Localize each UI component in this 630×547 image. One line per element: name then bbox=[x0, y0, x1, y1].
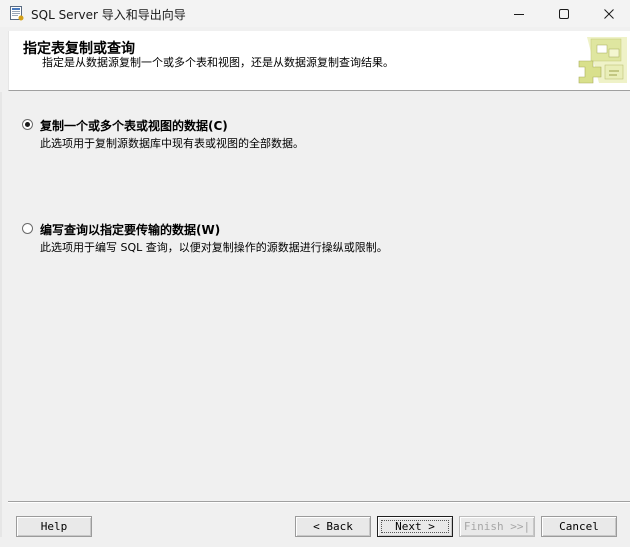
next-button[interactable]: Next > bbox=[377, 516, 453, 537]
close-icon bbox=[603, 8, 614, 19]
close-button[interactable] bbox=[586, 0, 630, 27]
option-write-query-label[interactable]: 编写查询以指定要传输的数据(W) bbox=[40, 221, 220, 238]
back-button-label: < Back bbox=[313, 520, 353, 533]
left-edge bbox=[0, 92, 2, 537]
option-copy-tables-label[interactable]: 复制一个或多个表或视图的数据(C) bbox=[40, 117, 228, 134]
minimize-icon bbox=[513, 13, 524, 15]
finish-button: Finish >>| bbox=[459, 516, 535, 537]
cancel-button-label: Cancel bbox=[559, 520, 599, 533]
back-button[interactable]: < Back bbox=[295, 516, 371, 537]
wizard-app-icon bbox=[10, 6, 24, 21]
option-write-query-description: 此选项用于编写 SQL 查询，以便对复制操作的源数据进行操纵或限制。 bbox=[40, 241, 388, 254]
maximize-icon bbox=[558, 8, 569, 19]
radio-write-query[interactable] bbox=[22, 223, 33, 234]
cancel-button[interactable]: Cancel bbox=[541, 516, 617, 537]
minimize-button[interactable] bbox=[496, 0, 541, 27]
window-title: SQL Server 导入和导出向导 bbox=[31, 8, 186, 22]
help-button-label: Help bbox=[40, 520, 68, 533]
maximize-button[interactable] bbox=[541, 0, 586, 27]
page-subtitle: 指定是从数据源复制一个或多个表和视图，还是从数据源复制查询结果。 bbox=[42, 56, 394, 69]
title-bar[interactable]: SQL Server 导入和导出向导 bbox=[0, 0, 630, 27]
next-button-label: Next > bbox=[395, 520, 435, 533]
radio-copy-tables[interactable] bbox=[22, 119, 33, 130]
finish-button-label: Finish >>| bbox=[463, 520, 531, 533]
wizard-banner-graphic bbox=[578, 37, 627, 84]
option-copy-tables-description: 此选项用于复制源数据库中现有表或视图的全部数据。 bbox=[40, 137, 304, 150]
help-button[interactable]: Help bbox=[16, 516, 92, 537]
wizard-window: SQL Server 导入和导出向导 指定表复制或查询 指定是从数据源复制一个或… bbox=[0, 0, 630, 547]
header-banner: 指定表复制或查询 指定是从数据源复制一个或多个表和视图，还是从数据源复制查询结果… bbox=[8, 31, 630, 91]
bottom-separator bbox=[8, 501, 630, 503]
